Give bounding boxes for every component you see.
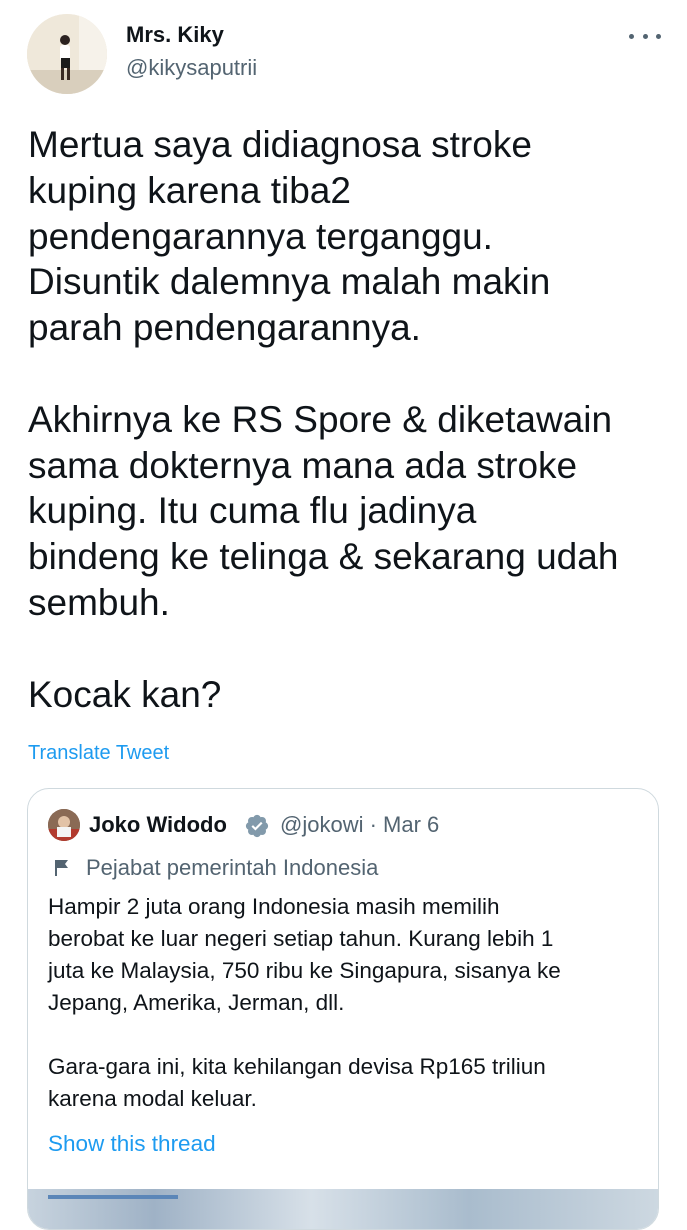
quoted-media-preview[interactable] bbox=[28, 1189, 658, 1229]
quoted-handle-date[interactable]: @jokowi · Mar 6 bbox=[280, 812, 439, 838]
affiliation-label: Pejabat pemerintah Indonesia bbox=[54, 853, 378, 883]
affiliation-label-text: Pejabat pemerintah Indonesia bbox=[86, 855, 379, 880]
tweet-text: Mertua saya didiagnosa stroke kuping kar… bbox=[28, 124, 619, 715]
quoted-author-avatar[interactable] bbox=[48, 809, 80, 841]
author-handle[interactable]: @kikysaputrii bbox=[126, 55, 257, 81]
quoted-tweet[interactable]: Joko Widodo @jokowi · Mar 6 Pejabat peme… bbox=[27, 788, 659, 1230]
show-thread-link[interactable]: Show this thread bbox=[48, 1131, 216, 1157]
translate-tweet-link[interactable]: Translate Tweet bbox=[28, 742, 169, 765]
verified-badge-icon bbox=[245, 814, 269, 838]
author-avatar[interactable] bbox=[27, 14, 107, 94]
author-name[interactable]: Mrs. Kiky bbox=[126, 22, 224, 48]
more-options-icon[interactable] bbox=[629, 26, 661, 46]
quoted-tweet-text: Hampir 2 juta orang Indonesia masih memi… bbox=[48, 894, 561, 1111]
quoted-author-name[interactable]: Joko Widodo bbox=[89, 812, 227, 838]
tweet-header: Mrs. Kiky @kikysaputrii bbox=[0, 0, 687, 100]
flag-icon bbox=[55, 860, 68, 876]
